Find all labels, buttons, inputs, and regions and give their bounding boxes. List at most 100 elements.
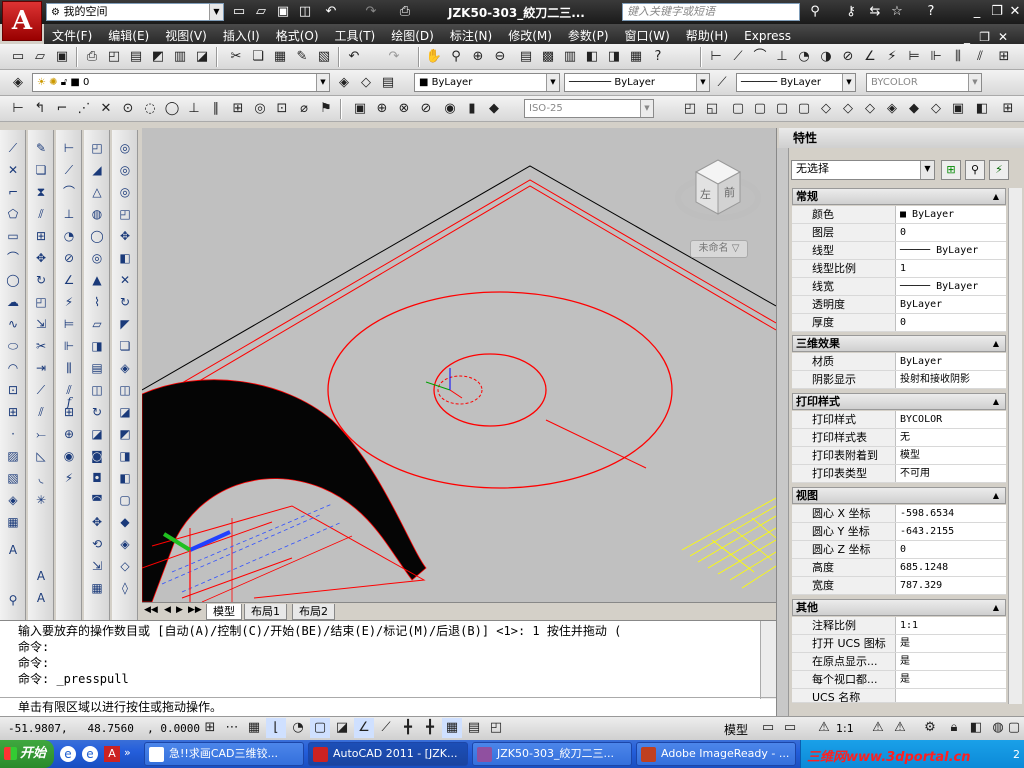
ellipse-icon[interactable]: ⬭	[3, 336, 23, 356]
prop-row[interactable]: 圆心 X 坐标 -598.6534	[792, 505, 1006, 523]
function-icon[interactable]: f	[59, 392, 79, 412]
lineweight-settings-icon[interactable]: ⟋	[712, 73, 732, 93]
properties-icon[interactable]: ▤	[516, 47, 536, 67]
quicklaunch-more-icon[interactable]: »	[124, 746, 131, 759]
section-general[interactable]: 常规 ▲	[792, 188, 1006, 205]
view-manager-icon[interactable]: ◇	[926, 99, 946, 119]
text-b-icon[interactable]: A	[31, 588, 51, 608]
taper-face-icon[interactable]: ◤	[115, 314, 135, 334]
viewcube-face-front[interactable]: 前	[724, 185, 735, 199]
print-icon[interactable]: ⎙	[396, 3, 414, 21]
dim-aligned-icon[interactable]: ⟋	[728, 47, 748, 67]
restore-icon[interactable]: ❐	[988, 3, 1006, 21]
extrude-icon[interactable]: ◨	[87, 336, 107, 356]
offset-icon[interactable]: ⫽	[31, 204, 51, 224]
gradient-icon[interactable]: ▧	[3, 468, 23, 488]
chevron-down-icon[interactable]: ▼	[842, 74, 855, 91]
union-icon[interactable]: ◎	[115, 138, 135, 158]
color-face-icon[interactable]: ◈	[115, 358, 135, 378]
close-icon[interactable]: ✕	[1006, 3, 1024, 21]
help-search-input[interactable]: 键入关键字或短语	[622, 3, 800, 21]
sphere-icon[interactable]: ◍	[87, 204, 107, 224]
otrack-icon[interactable]: ∠	[354, 718, 374, 738]
view-se-icon[interactable]: ◇	[838, 99, 858, 119]
layer-previous-icon[interactable]: ◇	[356, 73, 376, 93]
save-icon[interactable]: ▣	[274, 3, 292, 21]
snap-nearest-icon[interactable]: ⊡	[272, 99, 292, 119]
view-front-icon[interactable]: ▢	[772, 99, 792, 119]
selection-combo[interactable]: 无选择 ▼	[791, 160, 935, 180]
tolerance-icon[interactable]: ⊞	[994, 47, 1014, 67]
menu-edit[interactable]: 编辑(E)	[100, 24, 157, 44]
section-view[interactable]: 视图 ▲	[792, 487, 1006, 504]
prop-row[interactable]: 每个视口都... 是	[792, 671, 1006, 689]
properties-scrollbar[interactable]	[1008, 188, 1022, 704]
snap-from-icon[interactable]: ↰	[30, 99, 50, 119]
viewcube-face-left[interactable]: 左	[700, 188, 711, 201]
binoculars-icon[interactable]: ⚲	[806, 3, 824, 21]
view-right-icon[interactable]: ▢	[750, 99, 770, 119]
color-dropdown[interactable]: ■ ByLayer ▼	[414, 73, 560, 92]
view-top-icon[interactable]: ◰	[680, 99, 700, 119]
dim-radius-icon[interactable]: ◔	[59, 226, 79, 246]
prop-row[interactable]: 阴影显示 投射和接收阴影	[792, 371, 1006, 389]
dimstyle-icon[interactable]: ▣	[350, 99, 370, 119]
prop-row[interactable]: 圆心 Y 坐标 -643.2155	[792, 523, 1006, 541]
task-autocad[interactable]: AutoCAD 2011 - [JZK...	[308, 742, 468, 766]
prop-row[interactable]: 打开 UCS 图标是	[792, 635, 1006, 653]
ducs-icon[interactable]: ⟋	[376, 718, 396, 738]
sheetset-icon[interactable]: ◧	[582, 47, 602, 67]
workspace-switch-icon[interactable]: ⚙	[920, 718, 940, 738]
camera-icon[interactable]: ◆	[904, 99, 924, 119]
break-icon[interactable]: ⫽	[31, 402, 51, 422]
prop-row[interactable]: 打印表附着到 模型	[792, 447, 1006, 465]
prop-row[interactable]: 打印样式表无	[792, 429, 1006, 447]
make-current-icon[interactable]: ◈	[334, 73, 354, 93]
array-icon[interactable]: ⊞	[31, 226, 51, 246]
pan-icon[interactable]: ✋	[424, 47, 444, 67]
quick-select-icon[interactable]: ⚡	[989, 160, 1009, 180]
collapse-icon[interactable]: ▲	[993, 189, 999, 204]
mirror-icon[interactable]: ⧗	[31, 182, 51, 202]
dim-linear-icon[interactable]: ⊢	[59, 138, 79, 158]
menu-parametric[interactable]: 参数(P)	[560, 24, 617, 44]
prop-row[interactable]: 打印表类型 不可用	[792, 465, 1006, 483]
snap-center-icon[interactable]: ⊙	[118, 99, 138, 119]
polar-icon[interactable]: ◔	[288, 718, 308, 738]
autocad-logo[interactable]: A	[2, 1, 42, 41]
menu-format[interactable]: 格式(O)	[268, 24, 327, 44]
minimize-icon[interactable]: _	[968, 3, 986, 21]
move-face-icon[interactable]: ✥	[115, 226, 135, 246]
union-icon[interactable]: ◙	[87, 446, 107, 466]
prop-row[interactable]: 圆心 Z 坐标 0	[792, 541, 1006, 559]
dim-baseline-icon[interactable]: ⊨	[904, 47, 924, 67]
dim-quick-icon[interactable]: ⚡	[59, 292, 79, 312]
copy-face-icon[interactable]: ❏	[115, 336, 135, 356]
saveas-icon[interactable]: ◫	[296, 3, 314, 21]
section-3d-effects[interactable]: 三维效果 ▲	[792, 335, 1006, 352]
insert-block-icon[interactable]: ⊡	[3, 380, 23, 400]
prop-row[interactable]: 线型比例 1	[792, 260, 1006, 278]
snap-insert-icon[interactable]: ⊞	[228, 99, 248, 119]
trim-icon[interactable]: ✂	[31, 336, 51, 356]
exchange-icon[interactable]: ⇆	[866, 3, 884, 21]
transparency-icon[interactable]: ▦	[442, 718, 462, 738]
snap-none-icon[interactable]: ⌀	[294, 99, 314, 119]
chevron-down-icon[interactable]: ▼	[640, 100, 653, 117]
command-scrollbar[interactable]	[760, 621, 776, 699]
zoom-window-icon[interactable]: ⊕	[468, 47, 488, 67]
torus-icon[interactable]: ◎	[87, 248, 107, 268]
snap-quadrant-icon[interactable]: ◌	[140, 99, 160, 119]
scale-icon[interactable]: ◰	[31, 292, 51, 312]
osnap-settings-icon[interactable]: ⚑	[316, 99, 336, 119]
dim-linear-icon[interactable]: ⊢	[706, 47, 726, 67]
rectangle-icon[interactable]: ▭	[3, 226, 23, 246]
palette-side-strip[interactable]	[777, 148, 789, 718]
task-file[interactable]: JZK50-303_絞刀二三...	[472, 742, 632, 766]
dim-space-icon[interactable]: ⫼	[948, 47, 968, 67]
key-icon[interactable]: ⚷	[842, 3, 860, 21]
dim-ordinate-icon[interactable]: ⊥	[59, 204, 79, 224]
spline-icon[interactable]: ∿	[3, 314, 23, 334]
copy-edge-icon[interactable]: ◫	[115, 380, 135, 400]
section-icon[interactable]: ◇	[115, 556, 135, 576]
